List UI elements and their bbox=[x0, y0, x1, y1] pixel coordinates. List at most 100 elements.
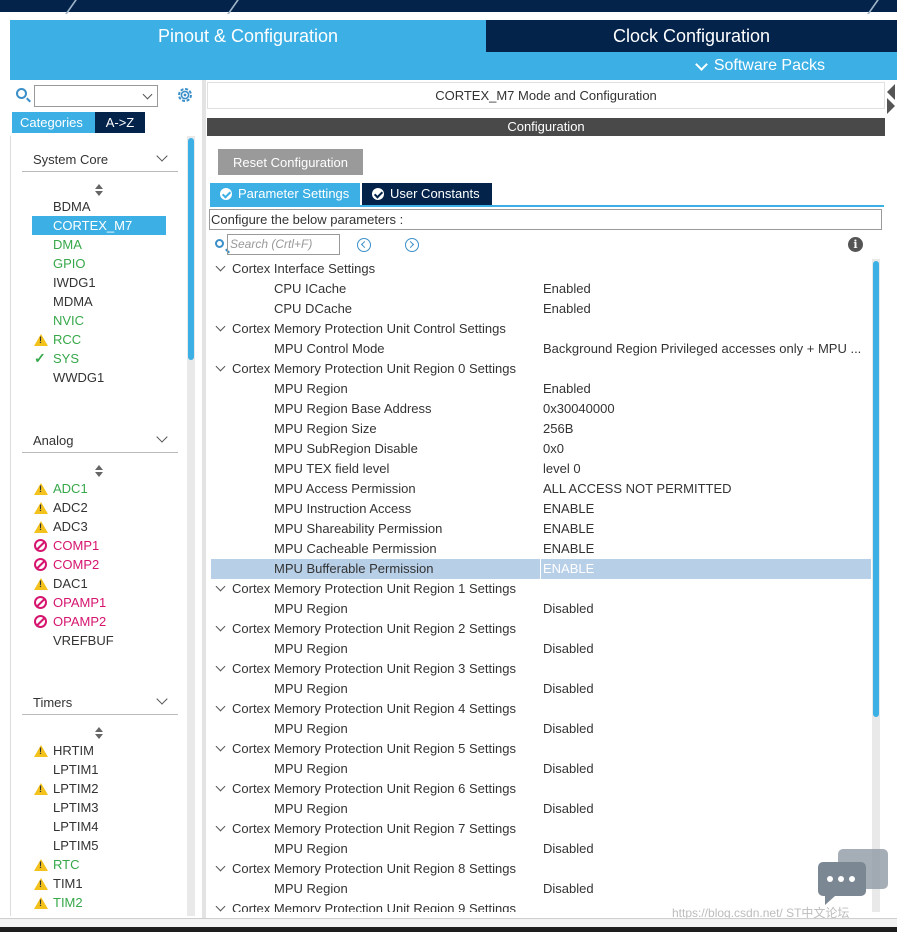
tab-parameter-settings[interactable]: Parameter Settings bbox=[210, 183, 360, 205]
panel-splitter[interactable] bbox=[202, 80, 206, 918]
tree-group-row[interactable]: Cortex Memory Protection Unit Region 1 S… bbox=[211, 579, 871, 599]
list-item-opamp1[interactable]: OPAMP1 bbox=[32, 593, 166, 612]
parameter-value[interactable]: Disabled bbox=[543, 639, 594, 659]
list-item-sys[interactable]: ✓ SYS bbox=[32, 349, 166, 368]
categories-scrollbar[interactable] bbox=[187, 136, 195, 916]
parameter-value[interactable]: Disabled bbox=[543, 719, 594, 739]
parameter-value[interactable]: 0x0 bbox=[543, 439, 564, 459]
list-item-rcc[interactable]: RCC bbox=[32, 330, 166, 349]
parameter-row[interactable]: MPU Instruction Access ENABLE bbox=[211, 499, 871, 519]
chevron-down-icon[interactable] bbox=[215, 741, 226, 752]
list-item-opamp2[interactable]: OPAMP2 bbox=[32, 612, 166, 631]
list-item-tim2[interactable]: TIM2 bbox=[32, 893, 166, 912]
list-item-hrtim[interactable]: HRTIM bbox=[32, 741, 166, 760]
category-search-input[interactable] bbox=[34, 85, 158, 107]
chevron-down-icon[interactable] bbox=[215, 361, 226, 372]
chevron-down-icon[interactable] bbox=[142, 89, 153, 100]
list-item-nvic[interactable]: NVIC bbox=[32, 311, 166, 330]
tab-clock-configuration[interactable]: Clock Configuration bbox=[486, 20, 897, 52]
list-item-adc1[interactable]: ADC1 bbox=[32, 479, 166, 498]
list-item-lptim2[interactable]: LPTIM2 bbox=[32, 779, 166, 798]
chevron-down-icon[interactable] bbox=[156, 693, 168, 705]
software-packs-menu[interactable]: Software Packs bbox=[694, 57, 825, 75]
parameter-row[interactable]: MPU Region Size 256B bbox=[211, 419, 871, 439]
list-item-lptim5[interactable]: LPTIM5 bbox=[32, 836, 166, 855]
parameter-row[interactable]: MPU Shareability Permission ENABLE bbox=[211, 519, 871, 539]
chevron-down-icon[interactable] bbox=[215, 261, 226, 272]
chevron-down-icon[interactable] bbox=[215, 821, 226, 832]
parameter-row[interactable]: MPU Control Mode Background Region Privil… bbox=[211, 339, 871, 359]
parameter-value[interactable]: 0x30040000 bbox=[543, 399, 615, 419]
parameter-row[interactable]: MPU Region Disabled bbox=[211, 879, 871, 899]
parameter-value[interactable]: 256B bbox=[543, 419, 573, 439]
list-item-lptim3[interactable]: LPTIM3 bbox=[32, 798, 166, 817]
search-next-icon[interactable] bbox=[405, 238, 419, 252]
tree-group-row[interactable]: Cortex Memory Protection Unit Region 3 S… bbox=[211, 659, 871, 679]
parameter-row[interactable]: MPU Region Disabled bbox=[211, 639, 871, 659]
parameter-row[interactable]: MPU Cacheable Permission ENABLE bbox=[211, 539, 871, 559]
tree-group-row[interactable]: Cortex Memory Protection Unit Region 8 S… bbox=[211, 859, 871, 879]
chevron-down-icon[interactable] bbox=[215, 701, 226, 712]
tab-a-to-z[interactable]: A->Z bbox=[95, 112, 145, 133]
list-item-tim1[interactable]: TIM1 bbox=[32, 874, 166, 893]
list-item-lptim4[interactable]: LPTIM4 bbox=[32, 817, 166, 836]
parameter-value[interactable]: Enabled bbox=[543, 279, 591, 299]
parameter-value[interactable]: Disabled bbox=[543, 839, 594, 859]
parameter-value[interactable]: Enabled bbox=[543, 379, 591, 399]
parameter-row[interactable]: MPU Region Disabled bbox=[211, 599, 871, 619]
parameter-scrollbar[interactable] bbox=[872, 259, 880, 912]
parameter-value[interactable]: Disabled bbox=[543, 599, 594, 619]
list-item-cortex-m7[interactable]: CORTEX_M7 bbox=[32, 216, 166, 235]
tree-group-row[interactable]: Cortex Memory Protection Unit Region 7 S… bbox=[211, 819, 871, 839]
parameter-row[interactable]: CPU ICache Enabled bbox=[211, 279, 871, 299]
parameter-value[interactable]: ENABLE bbox=[543, 519, 594, 539]
parameter-value[interactable]: Disabled bbox=[543, 679, 594, 699]
list-item-dac1[interactable]: DAC1 bbox=[32, 574, 166, 593]
parameter-value[interactable]: ENABLE bbox=[543, 559, 594, 579]
chevron-down-icon[interactable] bbox=[215, 621, 226, 632]
tab-categories[interactable]: Categories bbox=[12, 112, 95, 133]
list-item-iwdg1[interactable]: IWDG1 bbox=[32, 273, 166, 292]
tree-group-row[interactable]: Cortex Memory Protection Unit Region 5 S… bbox=[211, 739, 871, 759]
parameter-value[interactable]: Background Region Privileged accesses on… bbox=[543, 339, 861, 359]
chevron-down-icon[interactable] bbox=[215, 901, 226, 912]
parameter-value[interactable]: level 0 bbox=[543, 459, 581, 479]
parameter-value[interactable]: Enabled bbox=[543, 299, 591, 319]
section-analog[interactable]: Analog bbox=[22, 427, 178, 453]
scrollbar-thumb[interactable] bbox=[188, 138, 194, 360]
info-icon[interactable]: i bbox=[848, 237, 863, 252]
collapse-right-icon[interactable] bbox=[887, 98, 895, 114]
tree-group-row[interactable]: Cortex Memory Protection Unit Region 4 S… bbox=[211, 699, 871, 719]
parameter-row[interactable]: MPU Region Disabled bbox=[211, 719, 871, 739]
parameter-value[interactable]: Disabled bbox=[543, 799, 594, 819]
parameter-value[interactable]: Disabled bbox=[543, 759, 594, 779]
tree-group-row[interactable]: Cortex Memory Protection Unit Region 2 S… bbox=[211, 619, 871, 639]
parameter-row[interactable]: MPU Region Disabled bbox=[211, 839, 871, 859]
tab-pinout-configuration[interactable]: Pinout & Configuration bbox=[10, 20, 486, 52]
sort-icon[interactable] bbox=[95, 727, 103, 739]
list-item-dma[interactable]: DMA bbox=[32, 235, 166, 254]
list-item-mdma[interactable]: MDMA bbox=[32, 292, 166, 311]
scrollbar-thumb[interactable] bbox=[873, 261, 879, 717]
list-item-adc3[interactable]: ADC3 bbox=[32, 517, 166, 536]
reset-configuration-button[interactable]: Reset Configuration bbox=[218, 149, 363, 175]
list-item-vrefbuf[interactable]: VREFBUF bbox=[32, 631, 166, 650]
parameter-row[interactable]: MPU Access Permission ALL ACCESS NOT PERM… bbox=[211, 479, 871, 499]
list-item-comp1[interactable]: COMP1 bbox=[32, 536, 166, 555]
parameter-row[interactable]: MPU Region Enabled bbox=[211, 379, 871, 399]
list-item-lptim1[interactable]: LPTIM1 bbox=[32, 760, 166, 779]
parameter-value[interactable]: Disabled bbox=[543, 879, 594, 899]
chevron-down-icon[interactable] bbox=[215, 781, 226, 792]
sort-icon[interactable] bbox=[95, 184, 103, 196]
tab-user-constants[interactable]: User Constants bbox=[362, 183, 492, 205]
list-item-gpio[interactable]: GPIO bbox=[32, 254, 166, 273]
list-item-wwdg1[interactable]: WWDG1 bbox=[32, 368, 166, 387]
tree-group-row[interactable]: Cortex Memory Protection Unit Control Se… bbox=[211, 319, 871, 339]
chevron-down-icon[interactable] bbox=[156, 431, 168, 443]
chevron-down-icon[interactable] bbox=[215, 581, 226, 592]
parameter-value[interactable]: ENABLE bbox=[543, 499, 594, 519]
chat-bubble-icon[interactable] bbox=[817, 846, 889, 908]
parameter-row[interactable]: MPU Region Disabled bbox=[211, 799, 871, 819]
section-timers[interactable]: Timers bbox=[22, 689, 178, 715]
parameter-row[interactable]: CPU DCache Enabled bbox=[211, 299, 871, 319]
